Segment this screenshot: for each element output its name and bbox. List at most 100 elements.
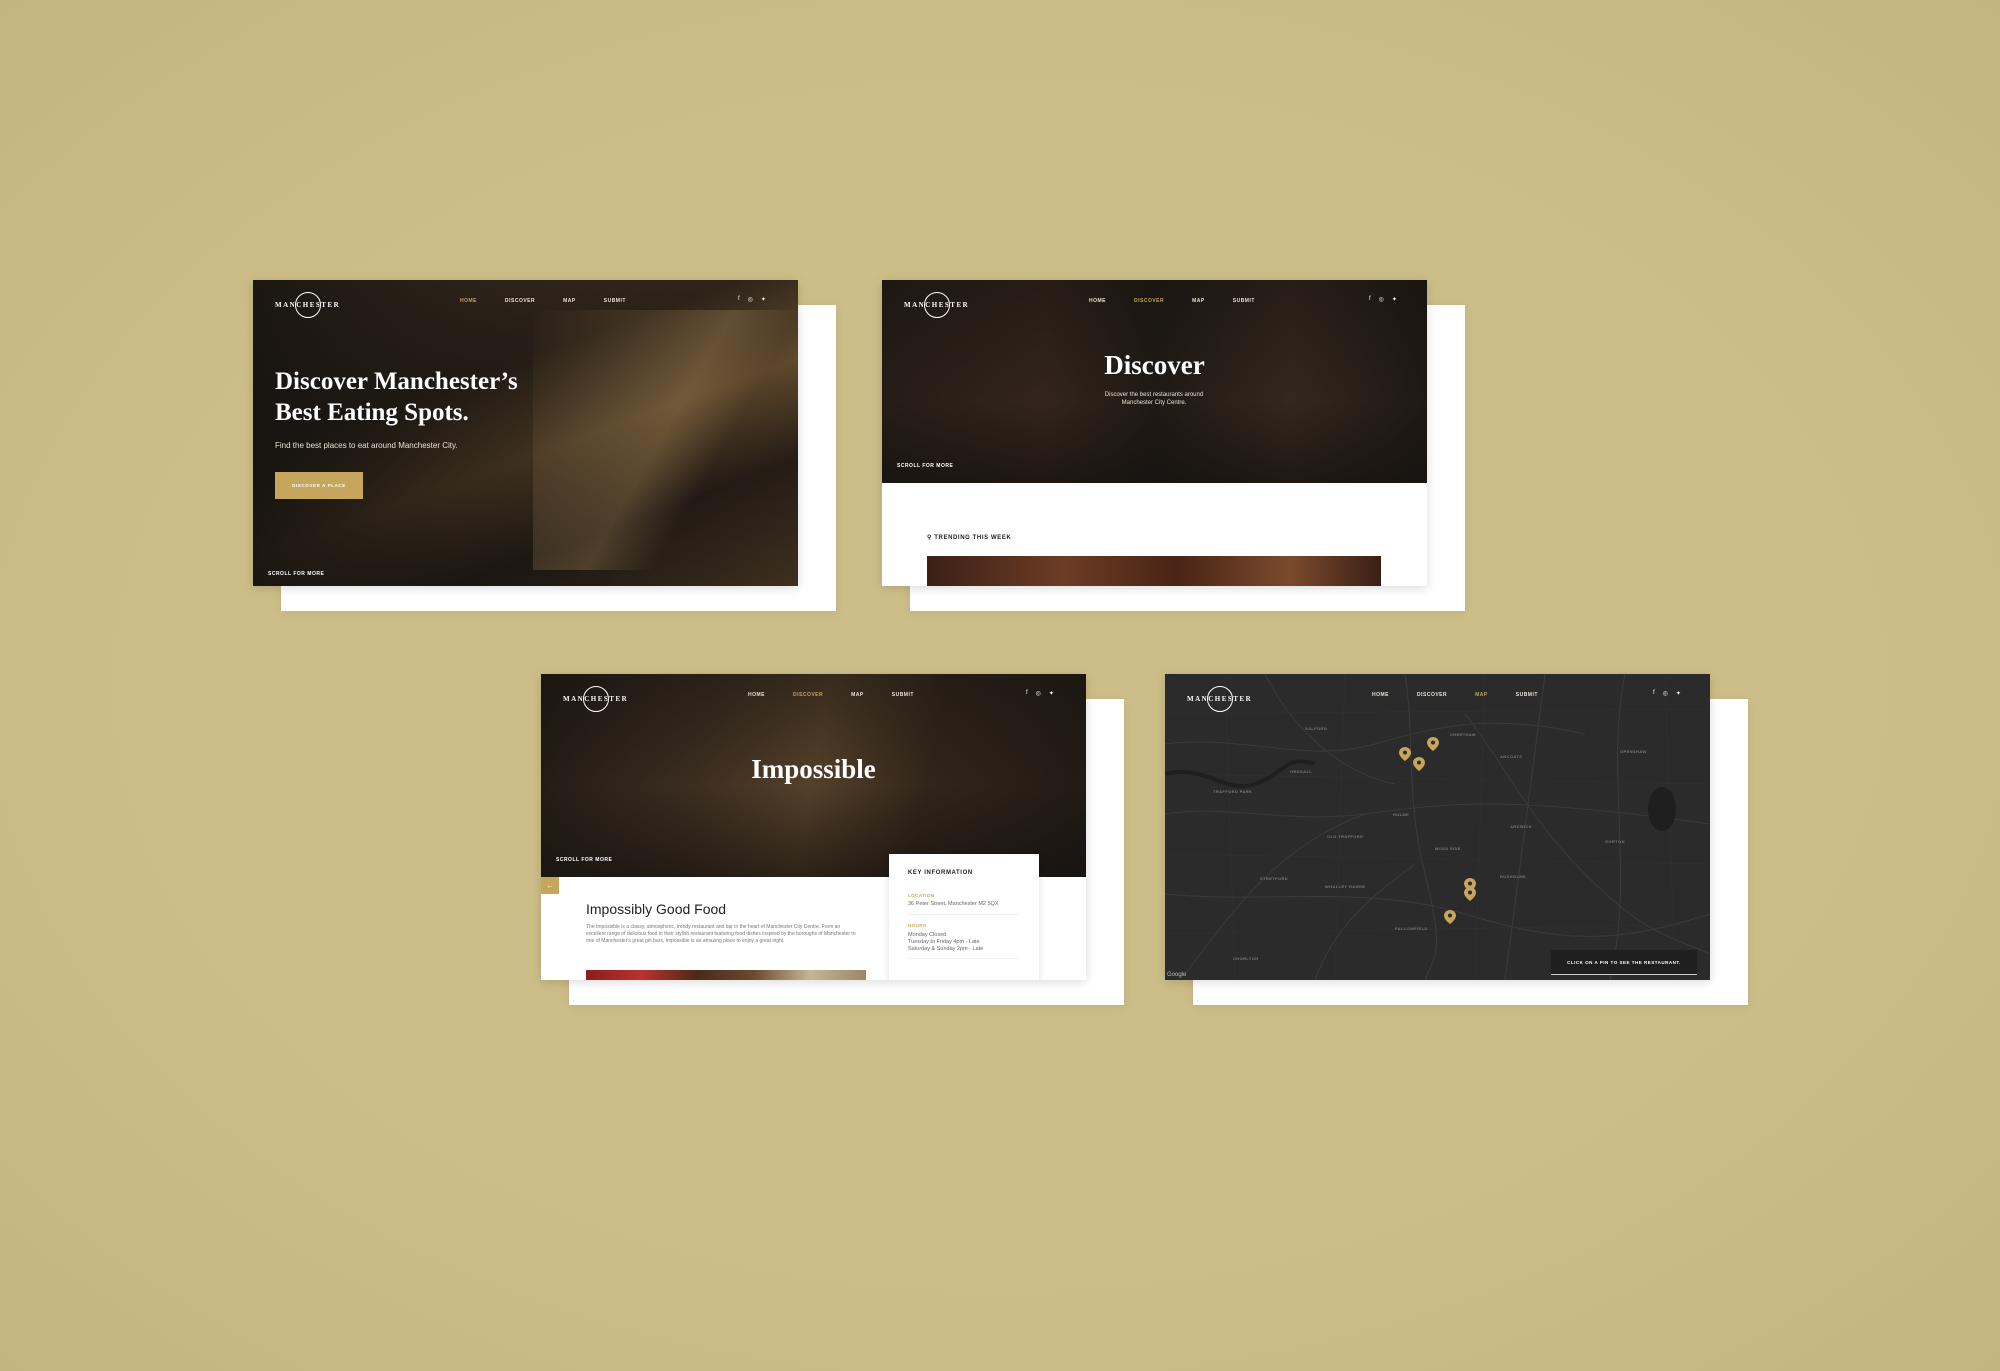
nav-links: HOME DISCOVER MAP SUBMIT — [460, 298, 654, 304]
trending-card-image[interactable] — [927, 556, 1381, 586]
nav-map[interactable]: MAP — [851, 692, 864, 698]
map-screen: SALFORD TRAFFORD PARK OLD TRAFFORD HULME… — [1165, 674, 1710, 980]
map-label-salford: SALFORD — [1305, 726, 1328, 731]
twitter-icon[interactable]: ✦ — [1049, 690, 1054, 697]
twitter-icon[interactable]: ✦ — [1392, 296, 1397, 303]
nav-map[interactable]: MAP — [1192, 298, 1205, 304]
hero-title-line2: Best Eating Spots. — [275, 399, 469, 426]
discover-place-button[interactable]: DISCOVER A PLACE — [275, 472, 363, 499]
nav-discover[interactable]: DISCOVER — [1417, 692, 1447, 698]
instagram-icon[interactable]: ◎ — [1036, 690, 1041, 697]
nav-map[interactable]: MAP — [563, 298, 576, 304]
map-pin-icon[interactable] — [1413, 757, 1425, 771]
map-pin-icon[interactable] — [1444, 910, 1456, 924]
nav-submit[interactable]: SUBMIT — [1516, 692, 1538, 698]
trending-label: TRENDING THIS WEEK — [934, 535, 1012, 541]
restaurant-title: Impossible — [751, 754, 876, 784]
nav-submit[interactable]: SUBMIT — [892, 692, 914, 698]
restaurant-description: The Impossible is a classy, atmospheric,… — [586, 924, 856, 944]
divider — [908, 958, 1018, 959]
map-label-chorlton: CHORLTON — [1233, 956, 1259, 961]
hero-title: Discover Manchester’s Best Eating Spots. — [275, 366, 605, 428]
instagram-icon[interactable]: ◎ — [1663, 690, 1668, 697]
page-title: Discover — [1104, 350, 1205, 380]
map-label-ordsall: ORDSALL — [1290, 769, 1313, 774]
home-hero — [253, 280, 798, 586]
map-hint-banner: CLICK ON A PIN TO SEE THE RESTAURANT. — [1551, 950, 1697, 975]
logo-text: MANCHESTER — [275, 301, 341, 309]
map-canvas[interactable]: SALFORD TRAFFORD PARK OLD TRAFFORD HULME… — [1165, 674, 1710, 980]
navbar: MANCHESTER HOME DISCOVER MAP SUBMIT f ◎ … — [882, 290, 1427, 320]
map-pin-icon[interactable] — [1427, 737, 1439, 751]
map-attribution[interactable]: Google — [1167, 972, 1186, 978]
navbar: MANCHESTER HOME DISCOVER MAP SUBMIT f ◎ … — [1165, 684, 1710, 714]
hours-label: HOURS — [908, 923, 927, 928]
navbar: MANCHESTER HOME DISCOVER MAP SUBMIT f ◎ … — [541, 684, 1086, 714]
nav-discover[interactable]: DISCOVER — [1134, 298, 1164, 304]
restaurant-photo — [586, 970, 866, 980]
map-label-gorton: GORTON — [1605, 839, 1625, 844]
nav-submit[interactable]: SUBMIT — [1233, 298, 1255, 304]
key-information-card: KEY INFORMATION LOCATION 36 Peter Street… — [889, 854, 1039, 980]
restaurant-screen: MANCHESTER HOME DISCOVER MAP SUBMIT f ◎ … — [541, 674, 1086, 980]
social-links: f ◎ ✦ — [1653, 690, 1681, 697]
hero-image-highlight — [533, 310, 798, 570]
nav-home[interactable]: HOME — [460, 298, 477, 304]
map-label-trafford-park: TRAFFORD PARK — [1213, 789, 1253, 794]
hero-subtitle: Find the best places to eat around Manch… — [275, 441, 458, 450]
mockup-home: MANCHESTER HOME DISCOVER MAP SUBMIT f ◎ … — [253, 280, 836, 611]
twitter-icon[interactable]: ✦ — [1676, 690, 1681, 697]
nav-discover[interactable]: DISCOVER — [793, 692, 823, 698]
nav-links: HOME DISCOVER MAP SUBMIT — [1089, 298, 1283, 304]
home-screen: MANCHESTER HOME DISCOVER MAP SUBMIT f ◎ … — [253, 280, 798, 586]
back-arrow-icon[interactable]: ← — [541, 877, 559, 894]
map-pin-icon[interactable] — [1464, 887, 1476, 901]
logo-text: MANCHESTER — [904, 301, 970, 309]
facebook-icon[interactable]: f — [1369, 296, 1371, 303]
discover-screen: MANCHESTER HOME DISCOVER MAP SUBMIT f ◎ … — [882, 280, 1427, 586]
nav-map[interactable]: MAP — [1475, 692, 1488, 698]
nav-links: HOME DISCOVER MAP SUBMIT — [1372, 692, 1566, 698]
map-label-fallowfield: FALLOWFIELD — [1395, 926, 1428, 931]
navbar: MANCHESTER HOME DISCOVER MAP SUBMIT f ◎ … — [253, 290, 798, 320]
logo[interactable]: MANCHESTER — [1187, 686, 1253, 712]
nav-home[interactable]: HOME — [748, 692, 765, 698]
logo-text: MANCHESTER — [1187, 695, 1253, 703]
location-value: 36 Peter Street, Manchester M2 5QX — [908, 901, 999, 907]
instagram-icon[interactable]: ◎ — [748, 296, 753, 303]
location-label: LOCATION — [908, 893, 935, 898]
logo-text: MANCHESTER — [563, 695, 629, 703]
nav-links: HOME DISCOVER MAP SUBMIT — [748, 692, 942, 698]
social-links: f ◎ ✦ — [1369, 296, 1397, 303]
logo[interactable]: MANCHESTER — [563, 686, 629, 712]
divider — [908, 914, 1018, 915]
mockup-discover: MANCHESTER HOME DISCOVER MAP SUBMIT f ◎ … — [882, 280, 1465, 611]
scroll-for-more[interactable]: SCROLL FOR MORE — [268, 571, 324, 577]
map-label-openshaw: OPENSHAW — [1620, 749, 1647, 754]
hours-weekday: Tuesday to Friday 4pm - Late — [908, 939, 980, 945]
twitter-icon[interactable]: ✦ — [761, 296, 766, 303]
map-label-ancoats: ANCOATS — [1500, 754, 1523, 759]
nav-home[interactable]: HOME — [1089, 298, 1106, 304]
facebook-icon[interactable]: f — [738, 296, 740, 303]
nav-home[interactable]: HOME — [1372, 692, 1389, 698]
logo[interactable]: MANCHESTER — [904, 292, 970, 318]
scroll-for-more[interactable]: SCROLL FOR MORE — [556, 857, 612, 863]
key-info-heading: KEY INFORMATION — [908, 870, 973, 876]
map-label-ardwick: ARDWICK — [1510, 824, 1533, 829]
social-links: f ◎ ✦ — [1026, 690, 1054, 697]
facebook-icon[interactable]: f — [1653, 690, 1655, 697]
map-label-cheetham: CHEETHAM — [1450, 732, 1476, 737]
facebook-icon[interactable]: f — [1026, 690, 1028, 697]
trending-heading: ⚲ TRENDING THIS WEEK — [927, 534, 1011, 541]
hero-title-line1: Discover Manchester’s — [275, 368, 518, 395]
logo[interactable]: MANCHESTER — [275, 292, 341, 318]
instagram-icon[interactable]: ◎ — [1379, 296, 1384, 303]
nav-submit[interactable]: SUBMIT — [604, 298, 626, 304]
scroll-for-more[interactable]: SCROLL FOR MORE — [897, 463, 953, 469]
mockup-restaurant: MANCHESTER HOME DISCOVER MAP SUBMIT f ◎ … — [541, 674, 1124, 1005]
map-pin-icon[interactable] — [1399, 747, 1411, 761]
map-label-moss-side: MOSS SIDE — [1435, 846, 1461, 851]
nav-discover[interactable]: DISCOVER — [505, 298, 535, 304]
social-links: f ◎ ✦ — [738, 296, 766, 303]
